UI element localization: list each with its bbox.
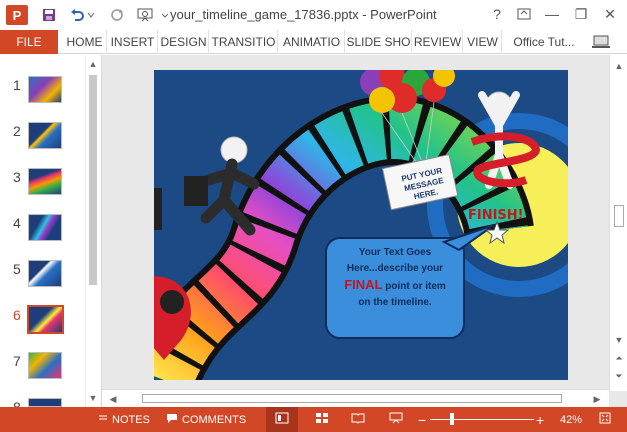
normal-view-button[interactable]	[266, 407, 298, 432]
ribbon-display-options-icon[interactable]	[512, 3, 536, 25]
scroll-right-icon[interactable]: ▶	[590, 392, 604, 406]
powerpoint-logo-icon: P	[6, 5, 28, 25]
slide-thumbnail-7[interactable]	[28, 352, 62, 379]
slide-number: 3	[13, 169, 21, 185]
slide-sorter-button[interactable]	[310, 407, 334, 432]
callout-line-2: Here...describe your	[346, 263, 444, 274]
slide-editor: PUT YOUR MESSAGE HERE. FINISH! Your Text…	[102, 55, 627, 407]
account-avatar-icon[interactable]	[590, 32, 614, 52]
zoom-slider-track	[430, 419, 534, 420]
zoom-slider-thumb[interactable]	[449, 413, 454, 425]
notes-icon	[98, 413, 108, 426]
restore-button[interactable]: ❐	[569, 3, 593, 25]
undo-dropdown-icon[interactable]	[86, 4, 96, 26]
comments-button[interactable]: COMMENTS	[166, 407, 246, 432]
finish-label: FINISH!	[468, 208, 524, 223]
callout-line-4: on the timeline.	[358, 297, 432, 308]
ribbon-tabs: FILE HOME INSERT DESIGN TRANSITIO ANIMAT…	[0, 30, 627, 54]
minimize-button[interactable]: —	[540, 3, 564, 25]
comments-label: COMMENTS	[182, 413, 247, 426]
scroll-left-icon[interactable]: ◀	[106, 392, 120, 406]
notes-label: NOTES	[112, 413, 150, 426]
fit-to-window-icon	[599, 412, 611, 427]
tab-design[interactable]: DESIGN	[159, 30, 209, 54]
slide-number: 2	[13, 123, 21, 139]
callout-bubble[interactable]: Your Text Goes Here...describe your FINA…	[328, 245, 462, 311]
customize-toolbar-icon[interactable]	[160, 4, 170, 26]
slide-thumbnail-8[interactable]	[28, 398, 62, 407]
editor-horizontal-scrollbar[interactable]: ◀ ▶	[102, 389, 609, 407]
scroll-down-icon[interactable]: ▼	[612, 333, 626, 347]
tab-file[interactable]: FILE	[0, 30, 58, 54]
tab-home[interactable]: HOME	[63, 30, 107, 54]
thumbnail-scrollbar[interactable]: ▲ ▼	[85, 55, 100, 407]
slide-thumbnails-pane: 1 2 3 4 5 6 7 8 ▲ ▼	[0, 55, 102, 415]
slide-sorter-icon	[315, 412, 329, 427]
tab-insert[interactable]: INSERT	[108, 30, 158, 54]
slide-show-button[interactable]	[384, 407, 408, 432]
slide-thumbnail-3[interactable]	[28, 168, 62, 195]
window-title: your_timeline_game_17836.pptx - PowerPoi…	[170, 7, 437, 22]
reading-view-icon	[351, 412, 365, 427]
help-button[interactable]: ?	[485, 3, 509, 25]
slide-show-icon	[389, 412, 403, 427]
start-slideshow-icon[interactable]	[134, 4, 156, 26]
zoom-level[interactable]: 42%	[560, 407, 582, 432]
scrollbar-thumb[interactable]	[89, 75, 97, 285]
tab-transitions[interactable]: TRANSITIO	[210, 30, 278, 54]
close-button[interactable]: ✕	[598, 3, 622, 25]
current-slide[interactable]: PUT YOUR MESSAGE HERE. FINISH! Your Text…	[154, 70, 568, 380]
slide-thumbnail-1[interactable]	[28, 76, 62, 103]
undo-icon[interactable]	[66, 4, 88, 26]
scroll-down-icon[interactable]: ▼	[86, 391, 100, 405]
title-bar: P your_timeline_game_17836.pptx - PowerP…	[0, 0, 627, 30]
fit-slide-button[interactable]	[596, 407, 614, 432]
scrollbar-thumb[interactable]	[142, 394, 562, 403]
slide-number-selected: 6	[13, 307, 21, 323]
tab-review[interactable]: REVIEW	[413, 30, 463, 54]
scroll-up-icon[interactable]: ▲	[612, 59, 626, 73]
save-icon[interactable]	[38, 4, 60, 26]
editor-vertical-scrollbar[interactable]: ▲ ▼ ⏶ ⏷	[609, 55, 627, 391]
zoom-out-icon: −	[418, 411, 427, 428]
tab-slide-show[interactable]: SLIDE SHO	[346, 30, 412, 54]
callout-line-3: FINAL point or item	[328, 277, 462, 295]
zoom-in-icon: +	[536, 411, 545, 428]
zoom-slider[interactable]	[430, 407, 534, 432]
callout-line-1: Your Text Goes	[358, 247, 432, 258]
redo-icon[interactable]	[106, 4, 128, 26]
callout-final-word: FINAL	[344, 277, 383, 292]
slide-number: 7	[13, 353, 21, 369]
slide-number: 4	[13, 215, 21, 231]
reading-view-button[interactable]	[346, 407, 370, 432]
tab-animations[interactable]: ANIMATIO	[279, 30, 345, 54]
slide-thumbnail-6-selected[interactable]	[27, 305, 64, 334]
scroll-up-icon[interactable]: ▲	[86, 57, 100, 71]
comments-icon	[166, 413, 178, 427]
tab-view[interactable]: VIEW	[464, 30, 502, 54]
slide-thumbnail-4[interactable]	[28, 214, 62, 241]
slide-number: 1	[13, 77, 21, 93]
callout-line-3-rest: point or item	[382, 281, 446, 292]
next-slide-icon[interactable]: ⏷	[612, 369, 626, 383]
slide-number: 5	[13, 261, 21, 277]
scrollbar-thumb[interactable]	[614, 205, 624, 227]
zoom-out-button[interactable]: −	[418, 407, 426, 432]
status-bar: NOTES COMMENTS − + 42%	[0, 407, 627, 432]
normal-view-icon	[275, 412, 289, 427]
slide-thumbnail-5[interactable]	[28, 260, 62, 287]
account-name[interactable]: Office Tut...	[504, 30, 584, 54]
notes-button[interactable]: NOTES	[98, 407, 150, 432]
slide-thumbnail-2[interactable]	[28, 122, 62, 149]
zoom-in-button[interactable]: +	[536, 407, 544, 432]
previous-slide-icon[interactable]: ⏶	[612, 351, 626, 365]
